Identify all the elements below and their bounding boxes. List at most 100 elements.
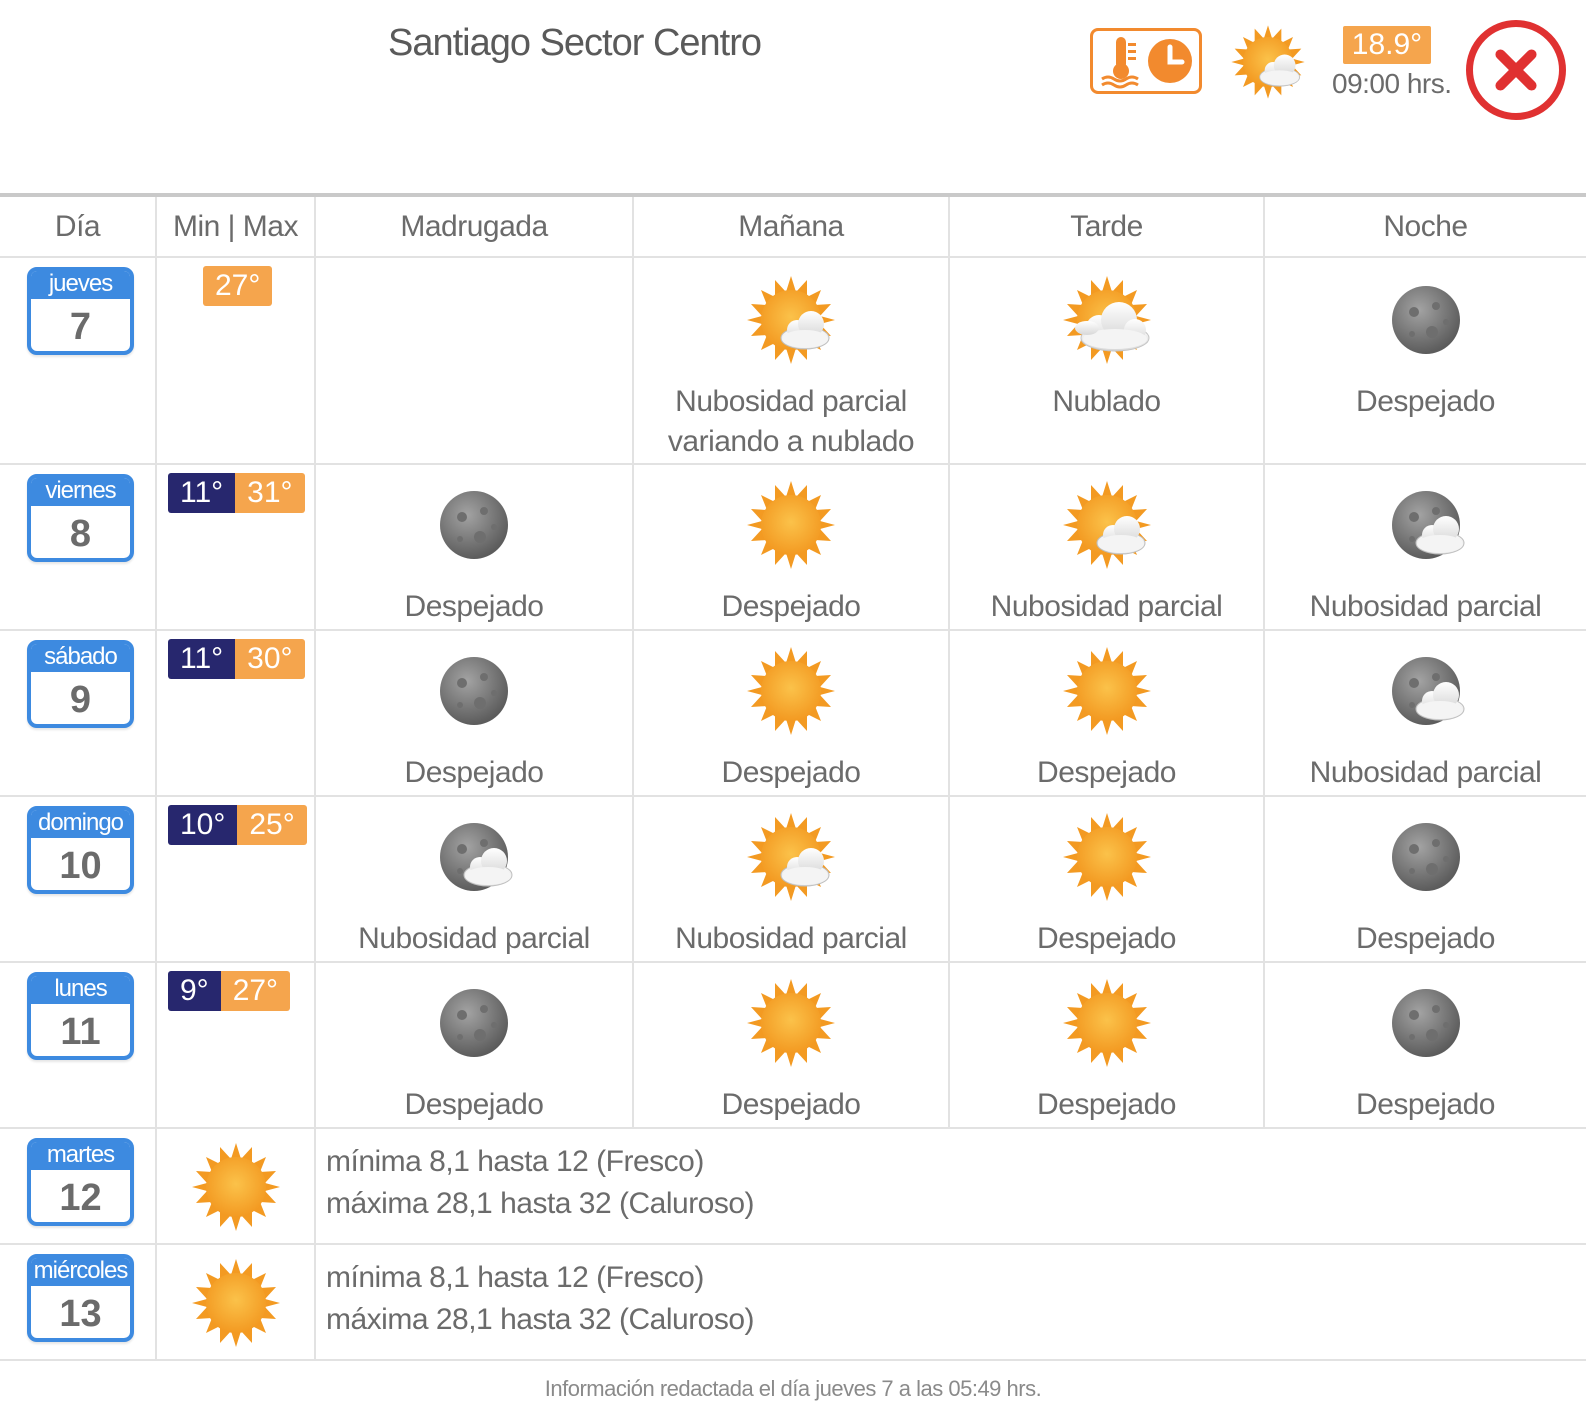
extended-max-line: máxima 28,1 hasta 32 (Caluroso) bbox=[326, 1187, 755, 1220]
day-cell: jueves 7 bbox=[0, 257, 157, 465]
table-row-extended: miércoles 13 mínima 8,1 hasta 12 (Fresco) m… bbox=[0, 1244, 1586, 1361]
condition-label: Nubosidad parcial bbox=[358, 922, 590, 955]
day-cell: viernes 8 bbox=[0, 464, 157, 631]
condition-label: Despejado bbox=[1037, 1088, 1176, 1121]
day-number: 10 bbox=[59, 845, 102, 887]
max-temperature: 25° bbox=[237, 805, 307, 845]
day-number: 13 bbox=[59, 1293, 102, 1335]
day-number: 7 bbox=[69, 306, 92, 348]
partly-cloudy-day-icon bbox=[1228, 22, 1308, 102]
extended-summary: mínima 8,1 hasta 12 (Fresco) máxima 28,1 … bbox=[316, 1129, 1586, 1225]
moon-icon bbox=[440, 491, 508, 559]
col-header-minmax: Min | Max bbox=[156, 195, 316, 258]
period-cell-tarde: Despejado bbox=[949, 796, 1265, 963]
forecast-table: Día Min | Max Madrugada Mañana Tarde Noc… bbox=[0, 193, 1586, 1361]
minmax-cell: 11° 30° bbox=[156, 630, 316, 797]
period-cell-madrugada bbox=[315, 257, 634, 465]
period-cell-manana: Nubosidad parcial bbox=[633, 796, 950, 963]
day-name: sábado bbox=[31, 644, 130, 672]
partly-cloudy-day-icon bbox=[743, 809, 839, 905]
extended-min-line: mínima 8,1 hasta 12 (Fresco) bbox=[326, 1261, 704, 1294]
period-cell-noche: Nubosidad parcial bbox=[1264, 630, 1586, 797]
minmax-cell: 11° 31° bbox=[156, 464, 316, 631]
period-cell-madrugada: Despejado bbox=[315, 962, 634, 1129]
period-cell-tarde: Nublado bbox=[949, 257, 1265, 465]
sun-icon bbox=[191, 1259, 280, 1347]
sun-icon bbox=[1062, 647, 1151, 735]
period-cell-manana: Despejado bbox=[633, 962, 950, 1129]
day-number: 11 bbox=[60, 1011, 101, 1053]
condition-label: Despejado bbox=[721, 1088, 861, 1121]
condition-label: Nublado bbox=[1052, 385, 1161, 418]
max-temperature: 31° bbox=[235, 473, 305, 513]
moon-icon bbox=[1391, 823, 1460, 891]
condition-label: Nubosidad parcial bbox=[1309, 590, 1542, 623]
max-temperature: 27° bbox=[220, 971, 291, 1011]
min-temperature: 9° bbox=[168, 971, 221, 1011]
condition-label: Despejado bbox=[404, 1088, 544, 1121]
min-temperature: 11° bbox=[168, 639, 236, 679]
sun-icon bbox=[1062, 979, 1151, 1067]
table-row: jueves 7 27° Nubosidad parcial variando a n… bbox=[0, 257, 1586, 465]
table-row: sábado 9 11° 30° Despejado Despejado Despejado… bbox=[0, 630, 1586, 797]
close-button[interactable] bbox=[1466, 20, 1566, 120]
day-name: jueves bbox=[31, 271, 130, 299]
partly-cloudy-night-icon bbox=[1378, 643, 1474, 739]
temperature-range: 11° 31° bbox=[168, 473, 305, 513]
condition-label: Nubosidad parcial bbox=[675, 922, 907, 955]
page-title: Santiago Sector Centro bbox=[388, 22, 762, 64]
min-temperature: 11° bbox=[168, 473, 236, 513]
period-cell-tarde: Despejado bbox=[949, 630, 1265, 797]
table-row-extended: martes 12 mínima 8,1 hasta 12 (Fresco) máxi… bbox=[0, 1128, 1586, 1245]
day-calendar-badge: viernes 8 bbox=[27, 474, 134, 562]
table-row: domingo 10 10° 25° Nubosidad parcial Nubosida… bbox=[0, 796, 1586, 963]
day-calendar-badge: sábado 9 bbox=[27, 640, 134, 728]
cloudy-day-icon bbox=[1059, 272, 1155, 368]
col-header-madrugada: Madrugada bbox=[315, 195, 634, 258]
day-number: 8 bbox=[69, 513, 92, 555]
extended-summary-cell: mínima 8,1 hasta 12 (Fresco) máxima 28,1 … bbox=[315, 1128, 1586, 1245]
moon-icon bbox=[1391, 286, 1460, 354]
day-number: 9 bbox=[69, 679, 92, 721]
temperature-range: 9° 27° bbox=[168, 971, 291, 1011]
temperature-history-button[interactable] bbox=[1090, 28, 1202, 94]
min-temperature: 10° bbox=[168, 805, 238, 845]
day-calendar-badge: martes 12 bbox=[27, 1138, 134, 1226]
sun-icon bbox=[747, 481, 835, 569]
sun-icon bbox=[191, 1143, 280, 1231]
temperature-range: 10° 25° bbox=[168, 805, 307, 845]
extended-icon-cell bbox=[156, 1128, 316, 1245]
period-cell-noche: Despejado bbox=[1264, 962, 1586, 1129]
partly-cloudy-day-icon bbox=[743, 272, 839, 368]
extended-min-line: mínima 8,1 hasta 12 (Fresco) bbox=[326, 1145, 704, 1178]
condition-label: Despejado bbox=[404, 590, 544, 623]
col-header-tarde: Tarde bbox=[949, 195, 1265, 258]
day-calendar-badge: jueves 7 bbox=[27, 267, 134, 355]
period-cell-noche: Nubosidad parcial bbox=[1264, 464, 1586, 631]
condition-label: Despejado bbox=[721, 590, 861, 623]
period-cell-tarde: Despejado bbox=[949, 962, 1265, 1129]
temperature-range: 27° bbox=[203, 266, 273, 306]
thermometer-clock-icon bbox=[1101, 37, 1192, 89]
current-time: 09:00 hrs. bbox=[1332, 68, 1452, 99]
day-name: domingo bbox=[31, 810, 130, 838]
day-cell: domingo 10 bbox=[0, 796, 157, 963]
max-temperature: 30° bbox=[235, 639, 305, 679]
extended-summary: mínima 8,1 hasta 12 (Fresco) máxima 28,1 … bbox=[316, 1245, 1586, 1341]
table-row: viernes 8 11° 31° Despejado Despejado Nubosida… bbox=[0, 464, 1586, 631]
period-cell-madrugada: Despejado bbox=[315, 464, 634, 631]
condition-label: Despejado bbox=[404, 756, 544, 789]
day-name: miércoles bbox=[31, 1258, 130, 1286]
extended-max-line: máxima 28,1 hasta 32 (Caluroso) bbox=[326, 1303, 755, 1336]
sun-icon bbox=[747, 647, 835, 735]
condition-label: Nubosidad parcial bbox=[990, 590, 1223, 623]
moon-icon bbox=[440, 657, 508, 725]
col-header-manana: Mañana bbox=[633, 195, 950, 258]
day-cell: sábado 9 bbox=[0, 630, 157, 797]
period-cell-noche: Despejado bbox=[1264, 796, 1586, 963]
condition-label: Despejado bbox=[721, 756, 861, 789]
minmax-cell: 27° bbox=[156, 257, 316, 465]
period-cell-noche: Despejado bbox=[1264, 257, 1586, 465]
day-cell: lunes 11 bbox=[0, 962, 157, 1129]
condition-label: Nubosidad parcial variando a nublado bbox=[667, 385, 915, 458]
